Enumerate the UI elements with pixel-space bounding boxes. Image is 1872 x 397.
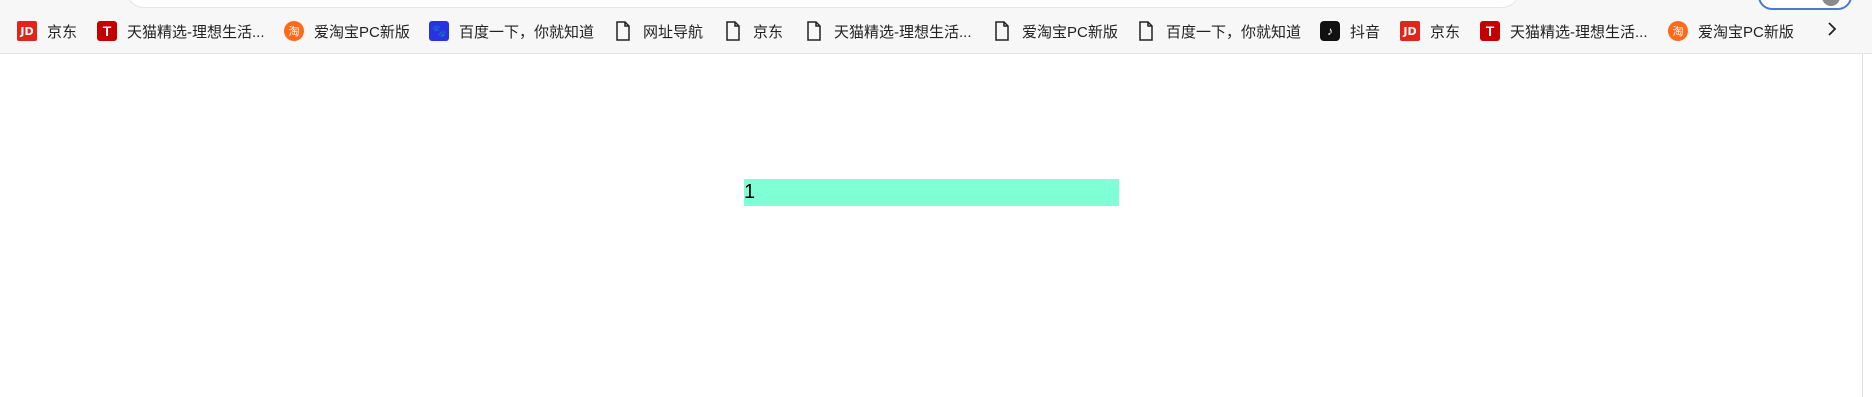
bookmark-tmall-3[interactable]: T 天猫精选-理想生活...: [1480, 14, 1648, 48]
jd-icon: JD: [1400, 21, 1420, 41]
page-icon: [804, 21, 824, 41]
bookmark-label: 抖音: [1350, 23, 1381, 41]
bookmark-label: 百度一下，你就知道: [459, 23, 595, 41]
more-bookmarks-button[interactable]: [1820, 14, 1844, 48]
bookmark-taobao[interactable]: 淘 爱淘宝PC新版: [284, 14, 410, 48]
content-bar-text: 1: [744, 181, 756, 203]
bookmark-label: 爱淘宝PC新版: [314, 23, 410, 41]
bookmark-label: 京东: [753, 23, 784, 41]
taobao-icon: 淘: [284, 21, 304, 41]
douyin-icon: ♪: [1320, 21, 1340, 41]
bookmark-label: 天猫精选-理想生活...: [1510, 23, 1648, 41]
bookmark-label: 京东: [47, 23, 78, 41]
baidu-icon: 🐾: [429, 21, 449, 41]
bookmark-jd-3[interactable]: JD 京东: [1400, 14, 1460, 48]
bookmark-label: 天猫精选-理想生活...: [127, 23, 265, 41]
address-bar[interactable]: [126, 0, 1520, 8]
scrollbar-track[interactable]: [1862, 54, 1863, 397]
bookmark-tmall[interactable]: T 天猫精选-理想生活...: [97, 14, 265, 48]
bookmark-taobao-2[interactable]: 爱淘宝PC新版: [992, 14, 1118, 48]
page-icon: [723, 21, 743, 41]
bookmark-taobao-3[interactable]: 淘 爱淘宝PC新版: [1668, 14, 1794, 48]
bookmark-douyin[interactable]: ♪ 抖音: [1320, 14, 1380, 48]
bookmark-label: 网址导航: [643, 23, 704, 41]
chevron-right-icon: [1826, 21, 1838, 42]
bookmark-jd[interactable]: JD 京东: [17, 14, 77, 48]
bookmark-label: 天猫精选-理想生活...: [834, 23, 972, 41]
taobao-icon: 淘: [1668, 21, 1688, 41]
bookmark-baidu[interactable]: 🐾 百度一下，你就知道: [429, 14, 594, 48]
jd-icon: JD: [17, 21, 37, 41]
bookmarks-bar: JD 京东 T 天猫精选-理想生活... 淘 爱淘宝PC新版 🐾 百度一下，你就…: [0, 14, 1872, 48]
page-icon: [992, 21, 1012, 41]
bookmark-nav[interactable]: 网址导航: [613, 14, 703, 48]
bookmark-label: 百度一下，你就知道: [1166, 23, 1302, 41]
content-bar: 1: [744, 179, 1119, 206]
bookmark-jd-2[interactable]: 京东: [723, 14, 783, 48]
bookmark-label: 爱淘宝PC新版: [1022, 23, 1118, 41]
page-icon: [1136, 21, 1156, 41]
bookmark-label: 京东: [1430, 23, 1461, 41]
browser-toolbar: JD 京东 T 天猫精选-理想生活... 淘 爱淘宝PC新版 🐾 百度一下，你就…: [0, 0, 1872, 54]
bookmark-baidu-2[interactable]: 百度一下，你就知道: [1136, 14, 1301, 48]
bookmark-tmall-2[interactable]: 天猫精选-理想生活...: [804, 14, 972, 48]
page-icon: [613, 21, 633, 41]
bookmark-label: 爱淘宝PC新版: [1698, 23, 1794, 41]
tmall-icon: T: [97, 21, 117, 41]
tmall-icon: T: [1480, 21, 1500, 41]
